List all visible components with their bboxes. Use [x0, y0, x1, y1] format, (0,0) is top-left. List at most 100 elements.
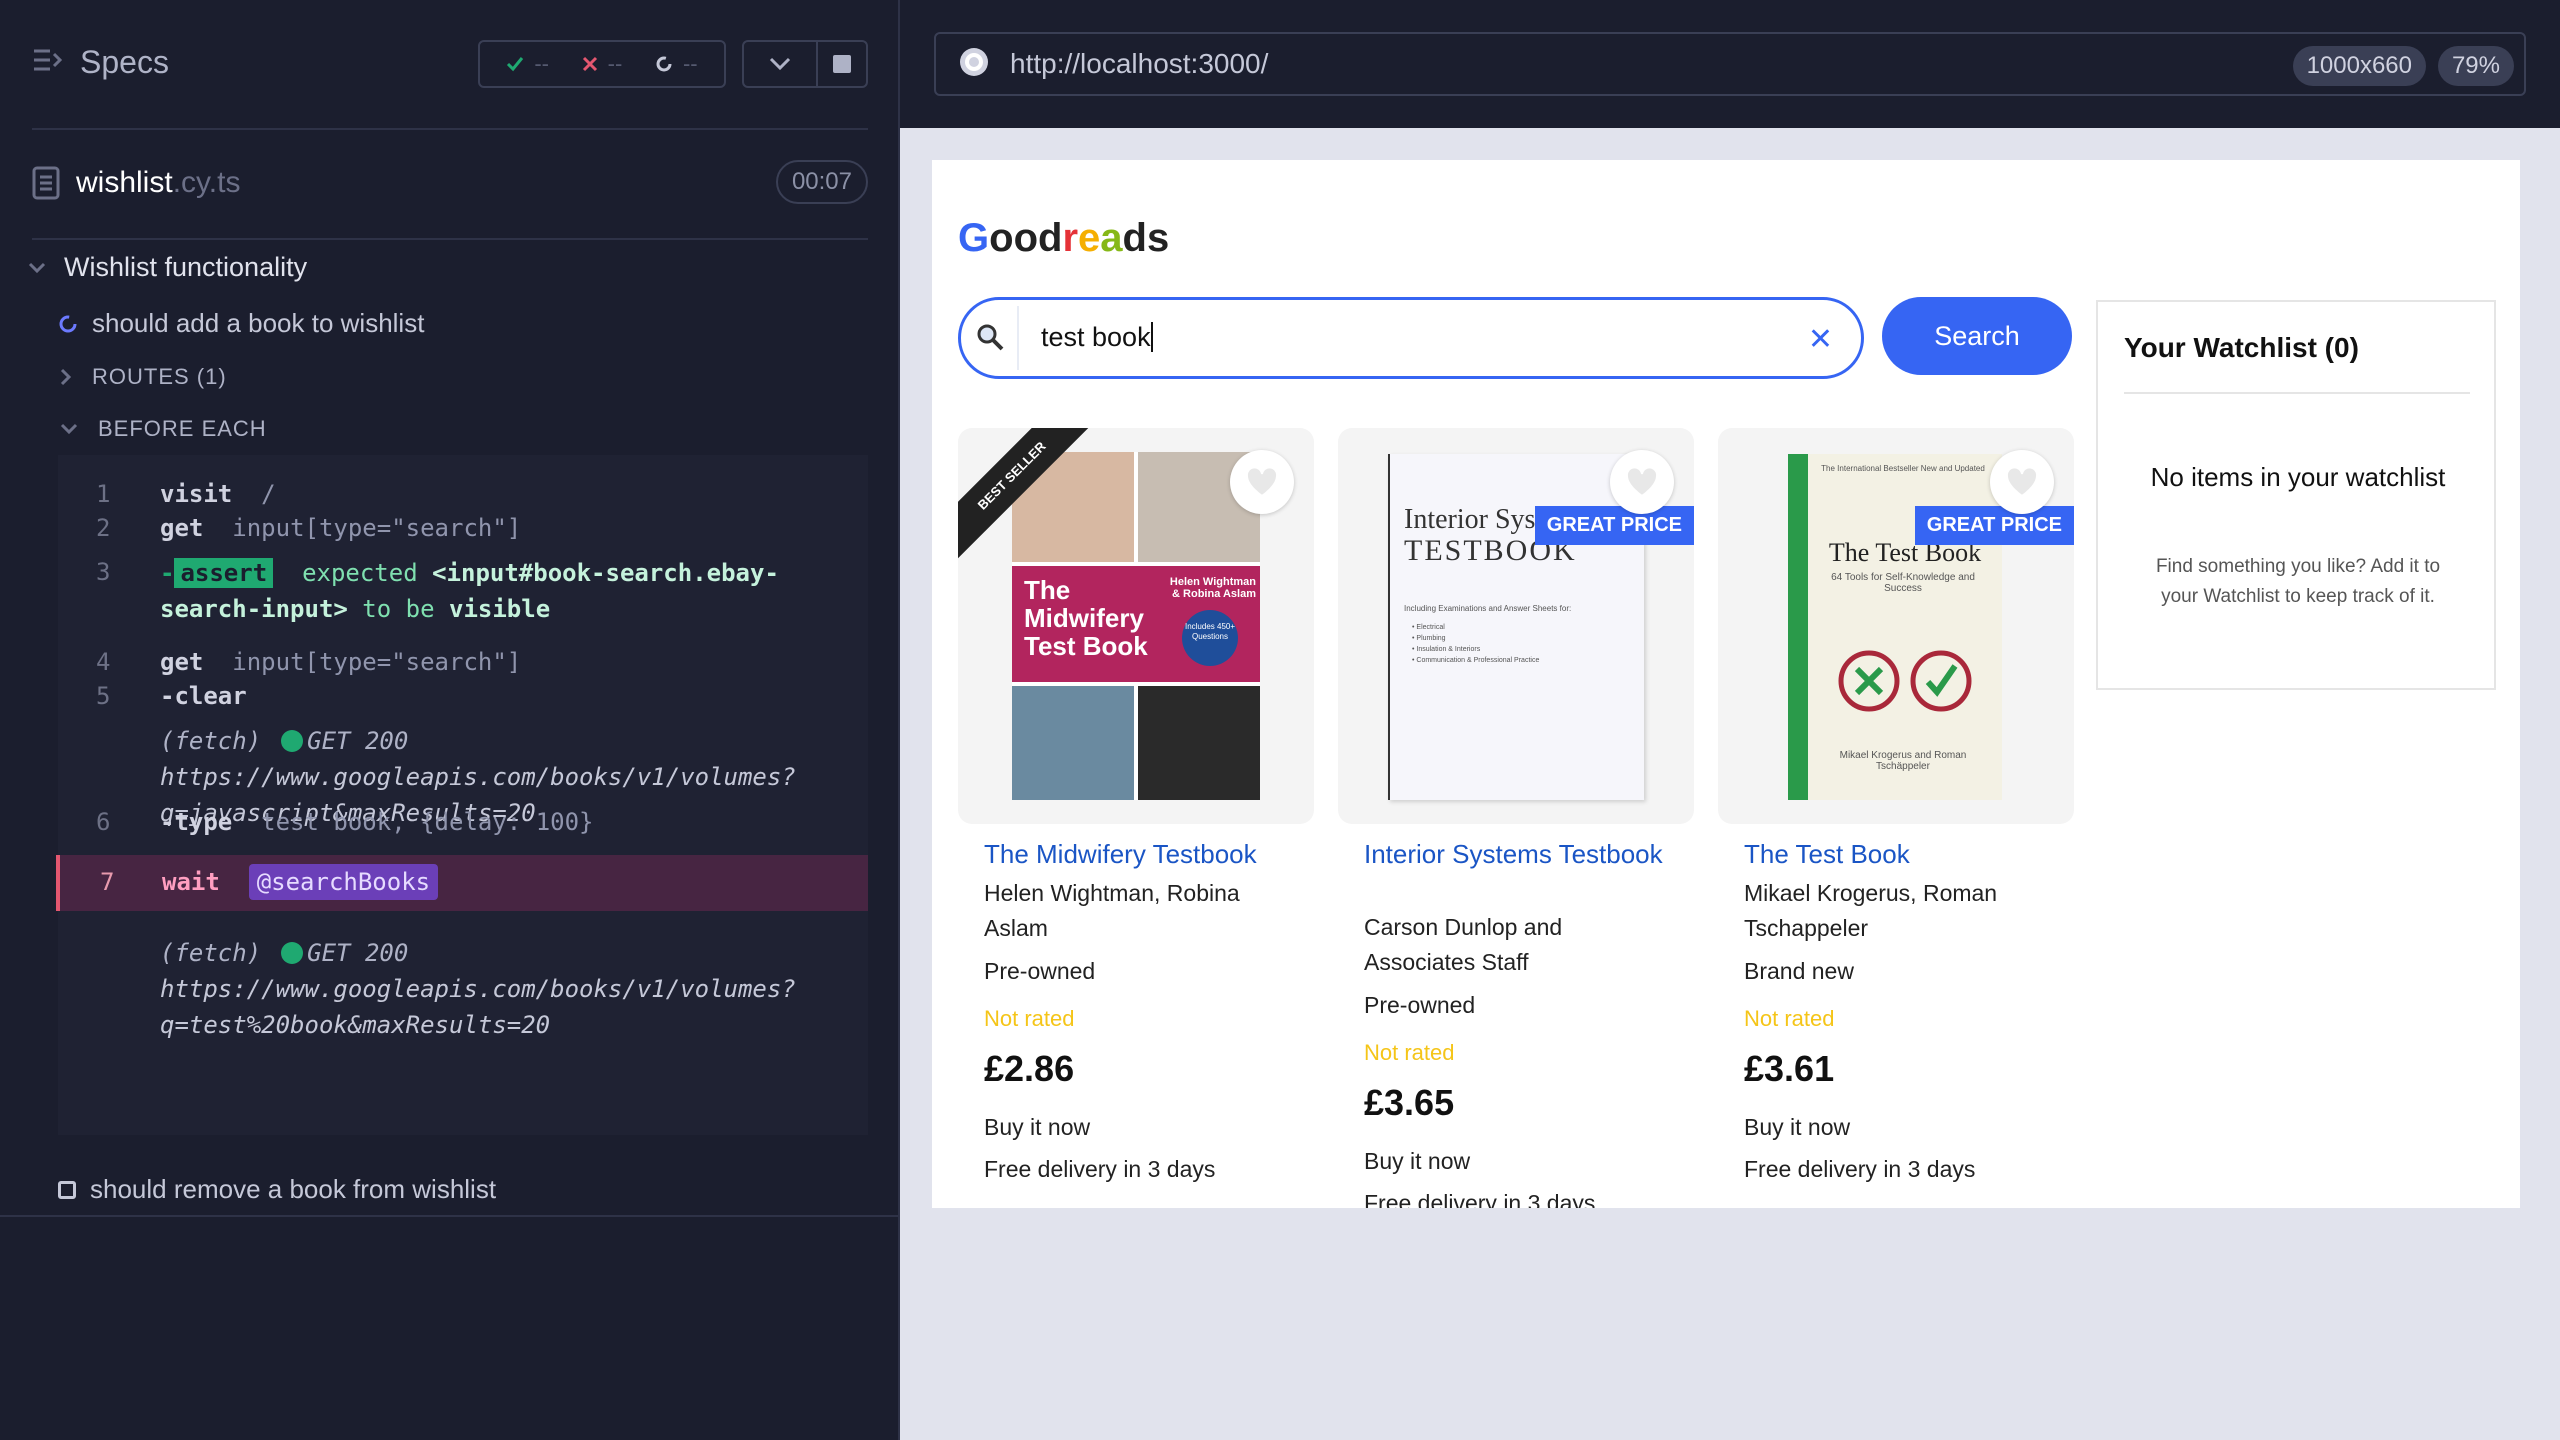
routes-toggle[interactable]: ROUTES (1) — [60, 364, 227, 390]
cover-subtitle: 64 Tools for Self-Knowledge and Success — [1831, 572, 1975, 594]
specs-toggle[interactable]: Specs — [32, 44, 169, 81]
pending-icon — [656, 56, 672, 72]
test-title-queued[interactable]: should remove a book from wishlist — [58, 1174, 496, 1205]
book-condition: Pre-owned — [1364, 992, 1476, 1018]
x-icon — [582, 56, 597, 72]
book-price: £2.86 — [984, 1048, 1075, 1089]
cover-tagline: The International Bestseller New and Upd… — [1821, 464, 1985, 473]
search-icon — [975, 322, 1009, 356]
stop-button[interactable] — [816, 40, 868, 88]
book-price: £3.65 — [1364, 1082, 1455, 1123]
search-button[interactable]: Search — [1882, 297, 2072, 375]
cross-check-icon — [1838, 650, 1972, 712]
delivery-info: Free delivery in 3 days — [1744, 1156, 1976, 1182]
text-cursor — [1151, 322, 1153, 352]
check-icon — [507, 57, 524, 72]
best-seller-ribbon: BEST SELLER — [958, 428, 1098, 568]
command-row-active[interactable]: 7 wait @searchBooks — [56, 855, 868, 911]
book-price: £3.61 — [1744, 1048, 1835, 1089]
passed-stat: -- — [506, 51, 549, 77]
divider — [0, 1215, 898, 1217]
great-price-badge: GREAT PRICE — [1534, 506, 1694, 545]
wishlist-heart-button[interactable] — [1610, 450, 1674, 514]
cover-badge: Includes 450+ Questions — [1182, 610, 1238, 666]
spec-file-name: wishlist — [76, 166, 173, 199]
reporter-header: Specs -- -- -- — [0, 0, 898, 130]
before-each-toggle[interactable]: BEFORE EACH — [60, 416, 267, 442]
book-condition: Brand new — [1744, 958, 1854, 984]
chevron-down-icon — [769, 57, 791, 71]
queued-icon — [58, 1180, 76, 1199]
buy-it-now-label: Buy it now — [1744, 1114, 1851, 1140]
cover-title: Interior Sys — [1404, 504, 1536, 535]
status-dot — [281, 942, 304, 964]
chevron-right-icon — [60, 368, 72, 386]
book-condition: Pre-owned — [984, 958, 1096, 984]
zoom-badge[interactable]: 79% — [2437, 46, 2514, 86]
spec-file-header: wishlist .cy.ts 00:07 — [32, 150, 868, 216]
book-rating: Not rated — [1744, 1006, 1835, 1031]
heart-icon — [2005, 466, 2039, 498]
book-image[interactable]: The Midwifery Test Book Helen Wightman &… — [958, 428, 1314, 824]
logo-letter: e — [1078, 216, 1101, 260]
duration-badge: 00:07 — [775, 160, 868, 204]
divider — [32, 128, 868, 130]
logo-letter: o — [1013, 216, 1038, 260]
test-title-running[interactable]: should add a book to wishlist — [58, 308, 424, 339]
book-title-link[interactable]: The Test Book — [1744, 838, 2054, 871]
clear-icon[interactable]: ✕ — [1808, 322, 1833, 357]
command-log: 1 visit / 2 get input[type="search"] 3 -… — [56, 455, 868, 1135]
logo-letter: o — [989, 216, 1014, 260]
watchlist-hint: Find something you like? Add it to your … — [2155, 556, 2441, 607]
logo-letter: G — [958, 216, 990, 260]
running-icon — [59, 315, 77, 332]
failed-stat: -- — [582, 51, 622, 77]
url-bar[interactable]: http://localhost:3000/ 1000x660 79% — [934, 32, 2526, 96]
viewport-size-badge[interactable]: 1000x660 — [2292, 46, 2426, 86]
delivery-info: Free delivery in 3 days — [984, 1156, 1216, 1182]
book-title-link[interactable]: The Midwifery Testbook — [984, 838, 1294, 871]
command-row-assert[interactable]: 3 - assert expected <input#book-search.eb… — [58, 545, 868, 623]
book-rating: Not rated — [984, 1006, 1075, 1031]
great-price-badge: GREAT PRICE — [1914, 506, 2074, 545]
reporter-panel: Specs -- -- -- wishlist .cy.ts 00:07 Wis… — [0, 0, 900, 1440]
file-icon — [32, 166, 60, 200]
logo-letter: s — [1146, 216, 1170, 260]
logo-letter: a — [1100, 216, 1123, 260]
divider — [2124, 392, 2470, 394]
logo-letter: r — [1062, 216, 1079, 260]
url-text: http://localhost:3000/ — [1010, 48, 1269, 79]
suite-title[interactable]: Wishlist functionality — [28, 252, 307, 283]
command-row[interactable]: 6 -type test book, {delay: 100} — [58, 795, 868, 851]
book-title-link[interactable]: Interior Systems Testbook — [1364, 838, 1674, 871]
watchlist-empty-message: No items in your watchlist — [2150, 462, 2446, 492]
watchlist-title: Your Watchlist (0) — [2124, 332, 2359, 363]
status-dot — [281, 730, 304, 752]
wishlist-heart-button[interactable] — [1230, 450, 1294, 514]
book-author: Carson Dunlop and Associates Staff — [1364, 914, 1563, 975]
watchlist-panel: Your Watchlist (0) No items in your watc… — [2096, 300, 2496, 690]
auto-scroll-button[interactable] — [742, 40, 818, 88]
chevron-down-icon — [28, 262, 46, 273]
buy-it-now-label: Buy it now — [984, 1114, 1091, 1140]
search-value: test book — [1041, 322, 1151, 352]
spec-file-ext: .cy.ts — [172, 166, 241, 199]
input-divider — [1017, 306, 1019, 370]
cover-title: The Midwifery Test Book — [1024, 575, 1148, 661]
app-frame: Goodreads test book ✕ Search Your Watchl… — [932, 160, 2520, 1208]
delivery-info: Free delivery in 3 days — [1364, 1190, 1596, 1208]
globe-icon — [958, 46, 990, 83]
command-row[interactable]: 5 -clear — [58, 669, 868, 725]
fetch-log[interactable]: (fetch) GET 200 https://www.googleapis.co… — [160, 935, 796, 1043]
specs-menu-icon — [32, 44, 63, 81]
wishlist-heart-button[interactable] — [1990, 450, 2054, 514]
cover-authors: Mikael Krogerus and Roman Tschäppeler — [1839, 750, 1967, 772]
pending-stat: -- — [655, 51, 698, 77]
cover-list: • Electrical • Plumbing • Insulation & I… — [1412, 624, 1540, 664]
site-logo[interactable]: Goodreads — [958, 216, 1169, 261]
book-author: Helen Wightman, Robina Aslam — [984, 880, 1240, 941]
book-image[interactable]: The International Bestseller New and Upd… — [1718, 428, 2074, 824]
search-input[interactable]: test book ✕ — [958, 297, 1864, 379]
book-image[interactable]: Interior Sys TESTBOOK Including Examinat… — [1338, 428, 1694, 824]
book-author: Mikael Krogerus, Roman Tschappeler — [1744, 880, 1998, 941]
